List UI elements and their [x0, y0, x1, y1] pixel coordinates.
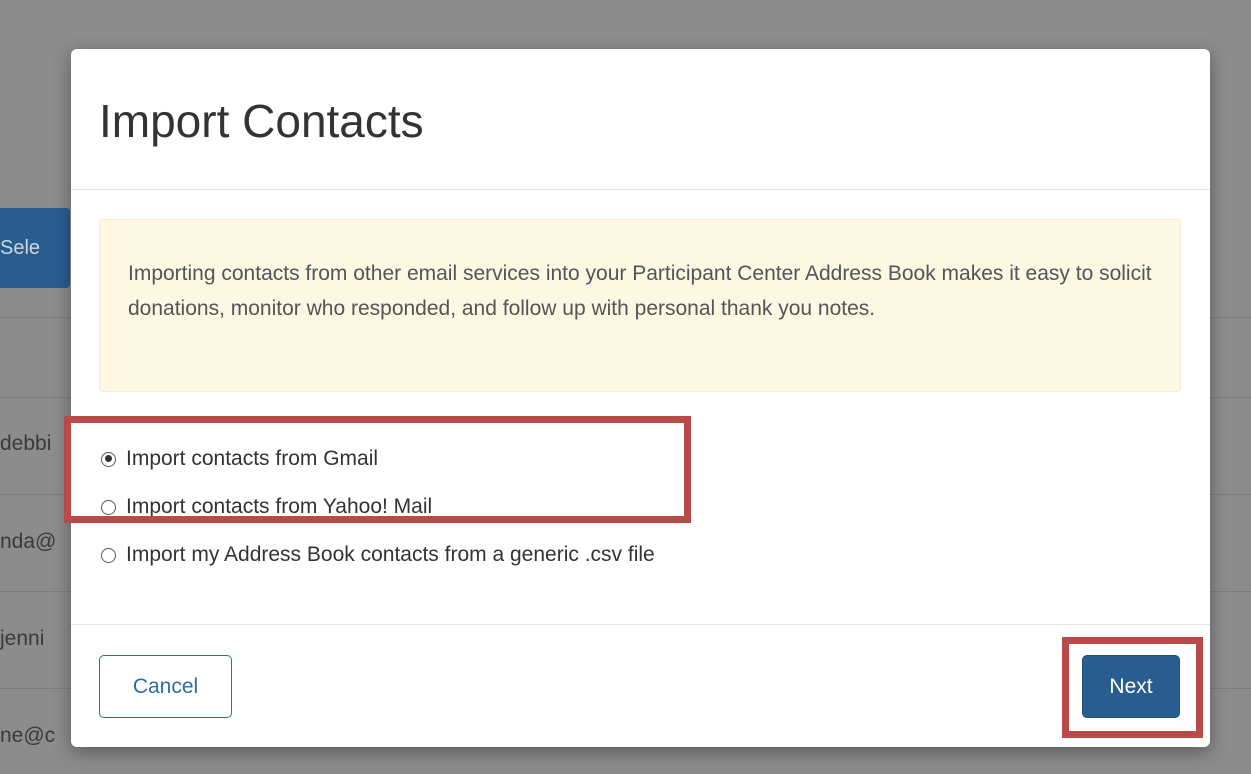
modal-header: Import Contacts [71, 49, 1210, 190]
option-yahoo[interactable]: Import contacts from Yahoo! Mail [101, 483, 655, 531]
modal-footer: Cancel Next [71, 624, 1210, 748]
next-button[interactable]: Next [1082, 655, 1180, 718]
background-email: jenni [0, 627, 45, 650]
info-alert: Importing contacts from other email serv… [99, 219, 1181, 392]
radio-gmail[interactable] [101, 451, 116, 467]
background-select-button: Sele [0, 208, 70, 288]
info-alert-text: Importing contacts from other email serv… [128, 262, 1152, 320]
option-gmail-label[interactable]: Import contacts from Gmail [126, 447, 378, 471]
option-yahoo-label[interactable]: Import contacts from Yahoo! Mail [126, 495, 432, 519]
background-select-button-label: Sele [0, 237, 41, 259]
option-csv-label[interactable]: Import my Address Book contacts from a g… [126, 543, 655, 567]
option-gmail[interactable]: Import contacts from Gmail [101, 435, 655, 483]
import-contacts-modal: Import Contacts Importing contacts from … [71, 49, 1210, 747]
modal-title: Import Contacts [99, 95, 424, 147]
radio-yahoo[interactable] [101, 499, 116, 515]
radio-csv[interactable] [101, 547, 116, 563]
background-email: debbi [0, 432, 52, 455]
option-csv[interactable]: Import my Address Book contacts from a g… [101, 531, 655, 579]
import-source-options: Import contacts from Gmail Import contac… [101, 435, 655, 579]
cancel-button[interactable]: Cancel [99, 655, 232, 718]
background-email: nda@ [0, 530, 57, 553]
background-email: ne@c [0, 724, 56, 747]
